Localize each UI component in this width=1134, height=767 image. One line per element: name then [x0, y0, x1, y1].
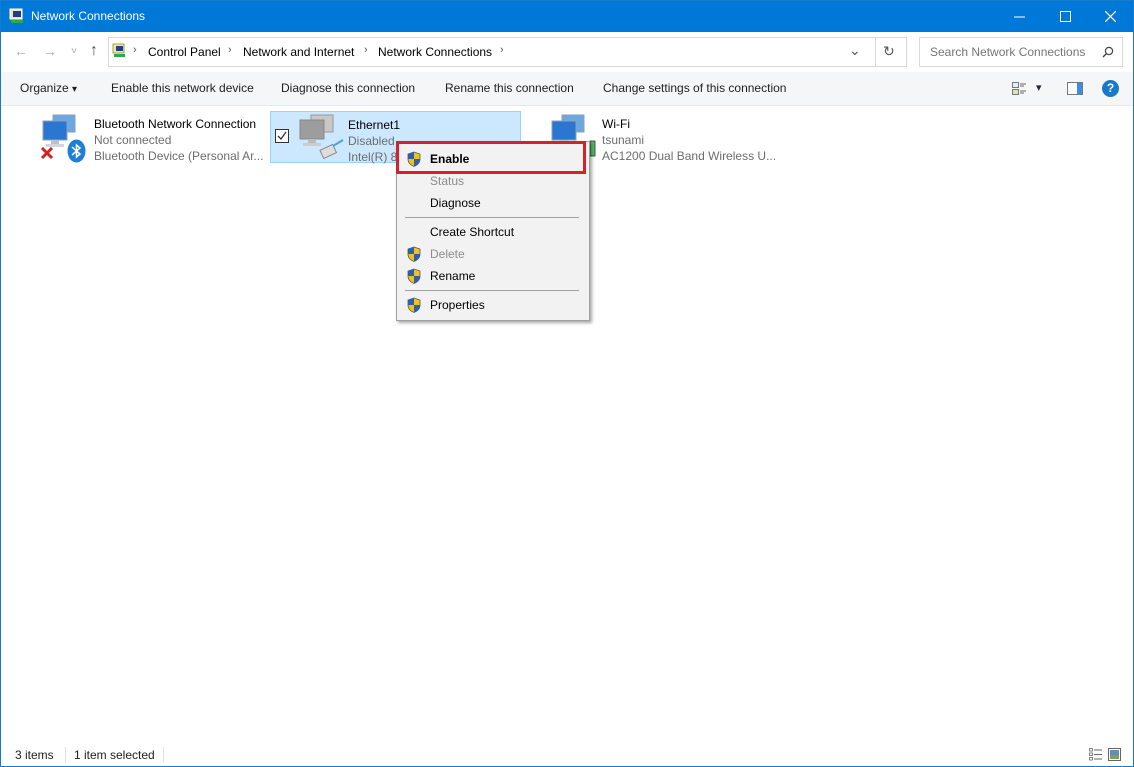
maximize-button[interactable] — [1042, 1, 1088, 32]
recent-locations-button[interactable]: ˅ — [65, 42, 83, 60]
status-divider — [65, 747, 66, 762]
chevron-down-icon: ˅ — [71, 45, 77, 57]
menu-item-label: Delete — [430, 247, 465, 261]
menu-item-properties[interactable]: Properties — [397, 294, 589, 316]
breadcrumb-separator: › — [133, 44, 137, 56]
ethernet-adapter-icon — [299, 114, 344, 160]
menu-separator — [405, 290, 579, 291]
enable-device-button[interactable]: Enable this network device — [111, 81, 254, 95]
large-icons-view-icon[interactable] — [1108, 748, 1121, 761]
menu-item-label: Rename — [430, 269, 476, 283]
breadcrumb-network-connections[interactable]: Network Connections — [378, 45, 492, 59]
connection-name: Ethernet1 — [348, 118, 401, 132]
forward-arrow-icon: → — [43, 43, 57, 59]
address-divider — [875, 38, 876, 66]
minimize-button[interactable] — [996, 1, 1042, 32]
selection-checkbox[interactable] — [275, 129, 289, 143]
address-row: ← → ˅ ↑ › Control Panel › Network and In… — [1, 32, 1133, 72]
connection-item-bluetooth[interactable]: Bluetooth Network Connection Not connect… — [36, 111, 266, 163]
menu-item-diagnose[interactable]: Diagnose — [397, 192, 589, 214]
status-divider — [163, 747, 164, 762]
bluetooth-icon — [67, 139, 86, 163]
connection-name: Bluetooth Network Connection — [94, 117, 257, 131]
change-view-icon[interactable] — [1012, 82, 1028, 96]
diagnose-connection-button[interactable]: Diagnose this connection — [281, 81, 415, 95]
change-settings-button[interactable]: Change settings of this connection — [603, 81, 786, 95]
connection-status: Not connected — [94, 133, 172, 147]
menu-item-label: Create Shortcut — [430, 225, 515, 239]
disconnected-x-icon — [40, 146, 54, 160]
command-bar: Organize ▾ Enable this network device Di… — [1, 72, 1133, 106]
refresh-button[interactable]: ↻ — [883, 43, 895, 60]
up-button[interactable]: ↑ — [85, 42, 103, 60]
connection-status: Disabled — [348, 134, 395, 148]
network-connections-app-icon — [9, 8, 23, 23]
menu-item-delete[interactable]: Delete — [397, 243, 589, 265]
close-button[interactable] — [1087, 1, 1133, 32]
network-connections-window: Network Connections ← → ˅ ↑ › Control Pa… — [0, 0, 1134, 767]
back-button[interactable]: ← — [12, 42, 30, 60]
back-arrow-icon: ← — [14, 43, 28, 59]
menu-separator — [405, 217, 579, 218]
uac-shield-icon — [407, 297, 421, 313]
forward-button[interactable]: → — [41, 42, 59, 60]
minimize-icon — [1013, 16, 1025, 18]
preview-pane-icon[interactable] — [1067, 82, 1083, 95]
search-icon — [1102, 46, 1114, 58]
connection-name: Wi-Fi — [602, 117, 630, 131]
help-icon[interactable]: ? — [1102, 80, 1119, 97]
organize-button[interactable]: Organize ▾ — [20, 81, 77, 95]
breadcrumb-separator[interactable]: › — [228, 44, 232, 56]
maximize-icon — [1059, 11, 1071, 22]
address-dropdown-button[interactable]: ⌄ — [849, 42, 861, 59]
menu-item-create-shortcut[interactable]: Create Shortcut — [397, 221, 589, 243]
connection-device: Intel(R) 8 — [348, 150, 398, 164]
connection-device: Bluetooth Device (Personal Ar... — [94, 149, 264, 163]
breadcrumb-separator[interactable]: › — [500, 44, 504, 56]
organize-label: Organize — [20, 81, 69, 95]
details-view-icon[interactable] — [1089, 748, 1103, 761]
up-arrow-icon: ↑ — [90, 42, 98, 59]
breadcrumb-network-and-internet[interactable]: Network and Internet — [243, 45, 354, 59]
close-icon — [1104, 11, 1116, 22]
view-options-dropdown[interactable]: ▾ — [1036, 81, 1042, 94]
window-title: Network Connections — [31, 9, 146, 23]
search-input[interactable] — [928, 44, 1102, 60]
menu-item-label: Status — [430, 174, 465, 188]
search-box[interactable] — [919, 37, 1123, 67]
checkmark-icon — [277, 131, 287, 141]
caret-down-icon: ▾ — [72, 84, 78, 95]
connection-status: tsunami — [602, 133, 645, 147]
breadcrumb-separator[interactable]: › — [364, 44, 368, 56]
menu-item-label: Properties — [430, 298, 485, 312]
uac-shield-icon — [407, 268, 421, 284]
status-bar: 3 items 1 item selected — [1, 743, 1133, 766]
selection-count: 1 item selected — [74, 748, 155, 762]
menu-item-label: Diagnose — [430, 196, 481, 210]
breadcrumb-control-panel[interactable]: Control Panel — [148, 45, 221, 59]
enable-highlight-box — [396, 141, 586, 174]
menu-item-rename[interactable]: Rename — [397, 265, 589, 287]
address-bar[interactable]: › Control Panel › Network and Internet ›… — [108, 37, 907, 67]
item-count: 3 items — [15, 748, 54, 762]
uac-shield-icon — [407, 246, 421, 262]
title-bar: Network Connections — [1, 1, 1133, 32]
rename-connection-button[interactable]: Rename this connection — [445, 81, 574, 95]
connection-device: AC1200 Dual Band Wireless U... — [602, 149, 777, 163]
control-panel-icon — [112, 43, 125, 57]
